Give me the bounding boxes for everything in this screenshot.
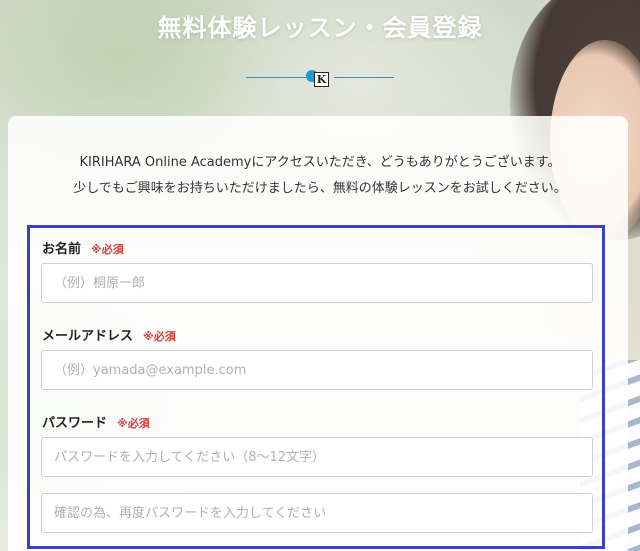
name-required-badge: ※必須 — [91, 243, 124, 256]
intro-line-2: 少しでもご興味をお持ちいただけましたら、無料の体験レッスンをお試しください。 — [73, 181, 567, 196]
email-label-text: メールアドレス — [42, 329, 134, 344]
name-label: お名前 ※必須 — [42, 238, 124, 257]
email-label: メールアドレス ※必須 — [42, 325, 176, 344]
kirihara-logo-icon: K — [306, 68, 330, 88]
page-title: 無料体験レッスン・会員登録 — [157, 14, 483, 42]
password-required-badge: ※必須 — [117, 417, 150, 430]
name-input[interactable] — [41, 263, 593, 303]
page: 無料体験レッスン・会員登録 K KIRIHARA Online Academyに… — [0, 0, 640, 551]
logo-letter: K — [314, 72, 329, 87]
email-required-badge: ※必須 — [143, 330, 176, 343]
password-input[interactable] — [41, 437, 593, 477]
password-label-text: パスワード — [42, 416, 108, 431]
title-divider: K — [0, 68, 640, 88]
name-label-text: お名前 — [42, 242, 82, 257]
email-input[interactable] — [41, 350, 593, 390]
password-confirm-input[interactable] — [41, 493, 593, 533]
divider-line-left — [246, 77, 306, 78]
intro-text: KIRIHARA Online Academyにアクセスいただき、どうもありがと… — [0, 150, 640, 202]
registration-form: お名前 ※必須 メールアドレス ※必須 パスワード ※必須 — [27, 225, 605, 549]
intro-line-1: KIRIHARA Online Academyにアクセスいただき、どうもありがと… — [79, 155, 561, 170]
divider-line-right — [334, 77, 394, 78]
password-label: パスワード ※必須 — [42, 412, 150, 431]
